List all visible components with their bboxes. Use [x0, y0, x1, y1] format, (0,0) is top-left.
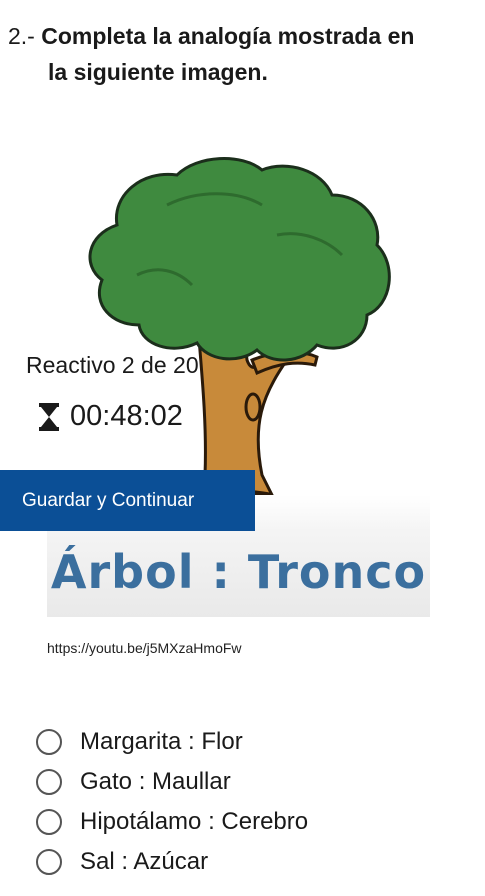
timer: 00:48:02 [38, 400, 183, 433]
question-number: 2.- [8, 23, 35, 49]
radio-button[interactable] [36, 809, 62, 835]
hourglass-icon [39, 402, 59, 431]
question-line-1: Completa la analogía mostrada en [41, 23, 415, 49]
answer-options: Margarita : Flor Gato : Maullar Hipotála… [36, 722, 308, 882]
option-3[interactable]: Hipotálamo : Cerebro [36, 802, 308, 842]
save-continue-button[interactable]: Guardar y Continuar [0, 470, 255, 531]
radio-button[interactable] [36, 769, 62, 795]
timer-value: 00:48:02 [70, 400, 183, 432]
option-label: Hipotálamo : Cerebro [80, 808, 309, 835]
source-link[interactable]: https://youtu.be/j5MXzaHmoFw [47, 640, 242, 656]
option-label: Sal : Azúcar [80, 848, 209, 875]
option-1[interactable]: Margarita : Flor [36, 722, 308, 762]
radio-button[interactable] [36, 849, 62, 875]
question-text: 2.- Completa la analogía mostrada en la … [8, 18, 478, 90]
option-4[interactable]: Sal : Azúcar [36, 842, 308, 882]
option-label: Margarita : Flor [80, 728, 243, 755]
option-2[interactable]: Gato : Maullar [36, 762, 308, 802]
question-line-2: la siguiente imagen. [48, 59, 268, 85]
question-counter: Reactivo 2 de 20 [26, 352, 199, 378]
analogy-caption: Árbol : Tronco [50, 545, 427, 599]
radio-button[interactable] [36, 729, 62, 755]
question-image: Árbol : Tronco [47, 145, 430, 617]
option-label: Gato : Maullar [80, 768, 231, 795]
